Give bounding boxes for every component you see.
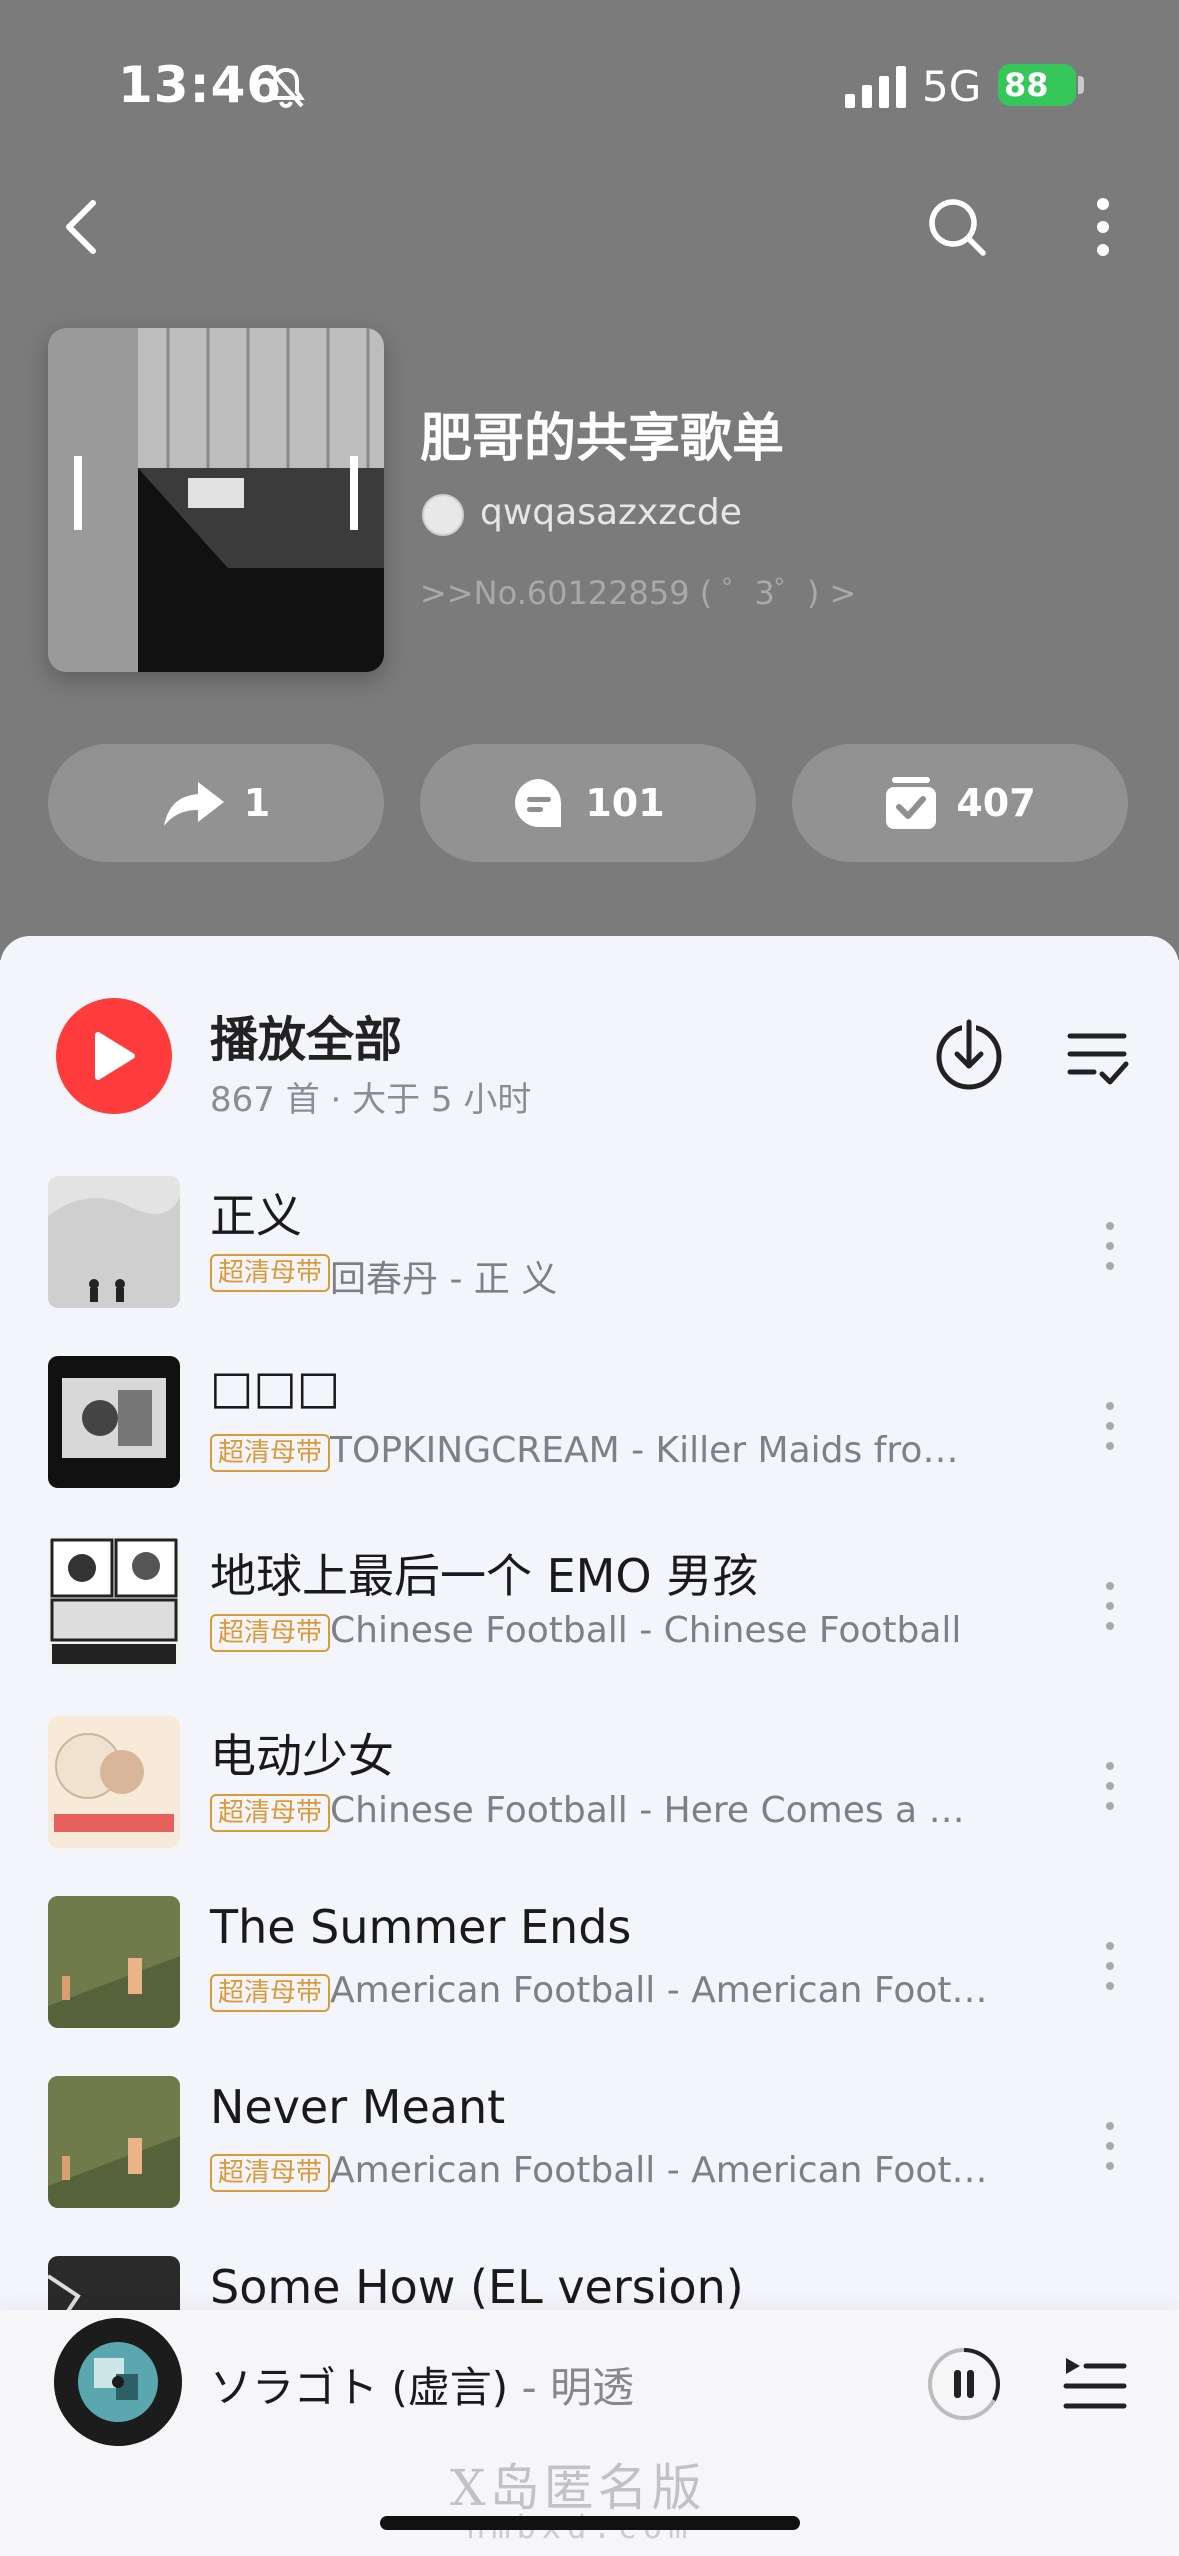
song-row[interactable]: □□□ 超清母带 TOPKINGCREAM - Killer Maids fro… [0,1356,1179,1496]
song-more-icon[interactable] [1090,1216,1130,1276]
chevron-left-icon [66,200,96,254]
quality-badge: 超清母带 [210,1974,331,2012]
battery-indicator: 88 [998,64,1076,106]
share-count: 1 [243,781,271,825]
song-artwork [48,1536,180,1668]
song-row[interactable]: Never Meant 超清母带 American Football - Ame… [0,2076,1179,2216]
status-bar: 13:46 5G 88 [0,0,1179,170]
share-button[interactable]: 1 [48,744,384,862]
playlist-description[interactable]: >>No.60122859 ( ゜3゜) > [420,568,856,614]
comment-icon [515,779,562,827]
song-meta: 回春丹 - 正 义 [330,1259,558,1300]
song-title: Some How (EL version) [210,2260,744,2314]
now-playing-artwork[interactable] [54,2318,182,2446]
quality-badge: 超清母带 [210,1434,331,1472]
now-playing-song: ソラゴト (虚言) [210,2363,509,2412]
song-meta: Chinese Football - Chinese Football [330,1610,962,1651]
download-icon[interactable] [930,1018,1008,1096]
more-options-button[interactable] [1058,182,1148,272]
song-row[interactable]: 正义 超清母带 回春丹 - 正 义 [0,1176,1179,1316]
cellular-signal-icon [845,66,906,108]
song-more-icon[interactable] [1090,1576,1130,1636]
search-button[interactable] [912,182,1002,272]
battery-tip [1078,76,1084,94]
back-button[interactable] [36,182,126,272]
share-icon [163,782,224,826]
song-meta: American Football - American Footb... [330,2150,990,2191]
play-all-button[interactable] [56,998,172,1114]
song-meta: American Football - American Footb... [330,1970,990,2011]
quality-badge: 超清母带 [210,1794,331,1832]
collect-icon [886,777,937,829]
song-meta: TOPKINGCREAM - Killer Maids from... [330,1430,990,1471]
now-playing-title[interactable]: ソラゴト (虚言) - 明透 [210,2354,634,2415]
song-row[interactable]: The Summer Ends 超清母带 American Football -… [0,1896,1179,2036]
status-time: 13:46 [118,56,283,114]
song-more-icon[interactable] [1090,1756,1130,1816]
home-indicator[interactable] [380,2516,800,2530]
quality-badge: 超清母带 [210,1254,331,1292]
multi-select-icon[interactable] [1058,1018,1136,1096]
more-vertical-icon [1097,198,1109,256]
collect-count: 407 [956,781,1036,825]
song-row[interactable]: 电动少女 超清母带 Chinese Football - Here Comes … [0,1716,1179,1856]
song-more-icon[interactable] [1090,1396,1130,1456]
collect-button[interactable]: 407 [792,744,1128,862]
quality-badge: 超清母带 [210,2154,331,2192]
song-title: 地球上最后一个 EMO 男孩 [210,1549,759,1603]
network-type: 5G [922,62,982,111]
owner-name[interactable]: qwqasazxzcde [480,492,742,533]
silent-mode-icon [267,67,305,109]
song-title: Never Meant [210,2080,506,2134]
song-title: 电动少女 [210,1729,394,1783]
song-more-icon[interactable] [1090,2116,1130,2176]
comment-count: 101 [585,781,665,825]
song-artwork [48,1356,180,1488]
quality-badge: 超清母带 [210,1614,331,1652]
playlist-cover[interactable] [48,328,384,672]
song-artwork [48,1716,180,1848]
song-artwork [48,2076,180,2208]
cover-image [48,328,384,672]
play-icon [95,1032,135,1080]
song-artwork [48,1176,180,1308]
track-count-duration: 867 首 · 大于 5 小时 [210,1080,532,1120]
song-meta: Chinese Football - Here Comes a Ne... [330,1790,990,1831]
now-playing-artist: - 明透 [521,2363,634,2412]
song-title: 正义 [210,1189,302,1243]
pause-icon[interactable] [924,2344,1004,2424]
playlist-title: 肥哥的共享歌单 [420,409,785,469]
playlist-queue-icon[interactable] [1060,2350,1130,2420]
song-artwork [48,1896,180,2028]
play-all-label[interactable]: 播放全部 [210,1000,402,1070]
song-row[interactable]: 地球上最后一个 EMO 男孩 超清母带 Chinese Football - C… [0,1536,1179,1676]
song-more-icon[interactable] [1090,1936,1130,1996]
comment-button[interactable]: 101 [420,744,756,862]
owner-avatar[interactable] [422,494,464,536]
search-icon [929,199,986,256]
song-title: The Summer Ends [210,1900,632,1954]
song-title: □□□ [210,1360,341,1414]
